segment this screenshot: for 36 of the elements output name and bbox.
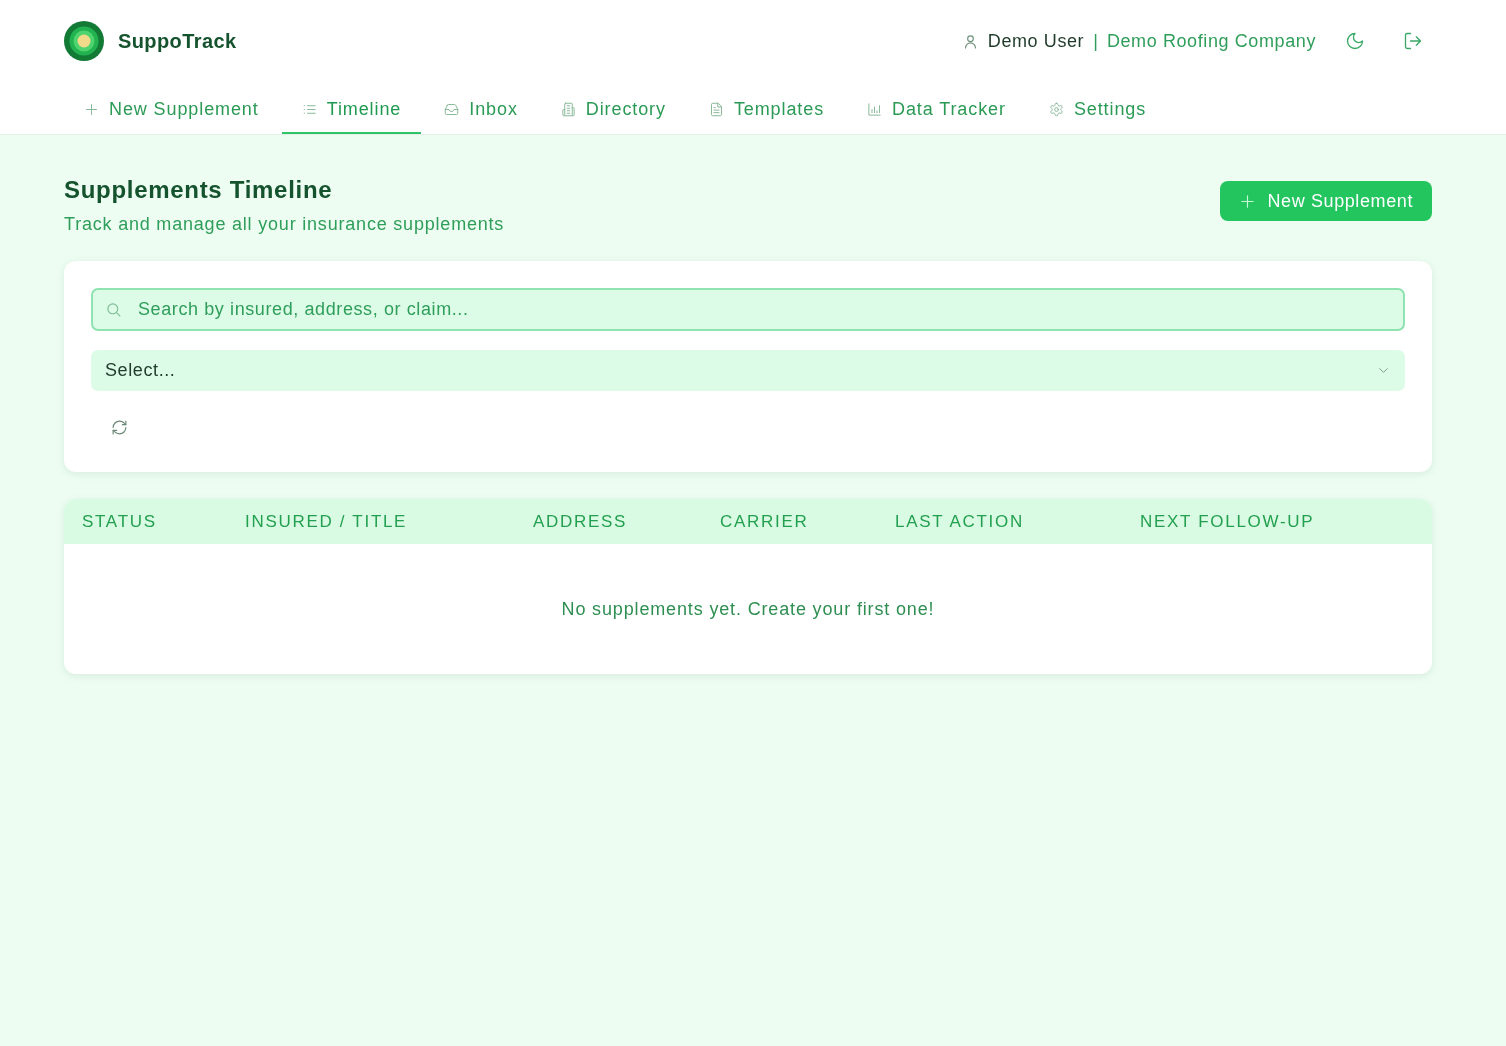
page-subtitle: Track and manage all your insurance supplements (64, 213, 505, 235)
inbox-tray-icon (444, 102, 460, 117)
search-icon (105, 301, 122, 318)
building-icon (560, 102, 576, 117)
document-icon (708, 102, 724, 117)
select-dropdown[interactable]: Select... (91, 350, 1405, 391)
settings-icon (1048, 102, 1064, 117)
column-header: NEXT FOLLOW-UP (1139, 511, 1316, 532)
page-title: Supplements Timeline (64, 176, 334, 204)
nav-tab[interactable]: Directory (540, 85, 686, 134)
logo-icon (64, 21, 104, 61)
nav-tab[interactable]: Templates (688, 85, 845, 134)
nav-tab[interactable]: Settings (1028, 85, 1167, 134)
nav-tab[interactable]: Timeline (281, 85, 422, 134)
search-field[interactable]: Search by insured, address, or claim... (91, 288, 1405, 331)
user-name: Demo User (987, 30, 1085, 52)
column-header: LAST ACTION (894, 511, 1025, 532)
nav-tab[interactable]: Data Tracker (847, 85, 1026, 134)
column-header: STATUS (81, 511, 158, 532)
company-name: Demo Roofing Company (1106, 30, 1316, 52)
new-supplement-button[interactable]: New Supplement (1219, 181, 1432, 221)
plus-icon (84, 102, 99, 117)
moon-icon (1345, 31, 1365, 51)
nav-tab[interactable]: Inbox (424, 85, 538, 134)
nav-tab[interactable]: New Supplement (64, 85, 279, 134)
column-header: INSURED / TITLE (244, 511, 409, 532)
brand-name: SuppoTrack (118, 29, 237, 53)
logout-icon (1403, 31, 1423, 51)
plus-icon (1238, 192, 1256, 210)
empty-message: No supplements yet. Create your first one! (561, 598, 935, 620)
bar-chart-icon (867, 102, 883, 117)
separator: | (1093, 30, 1098, 52)
column-header: CARRIER (719, 511, 810, 532)
list-icon (301, 102, 317, 117)
column-header: ADDRESS (532, 511, 629, 532)
refresh-icon (110, 418, 128, 436)
